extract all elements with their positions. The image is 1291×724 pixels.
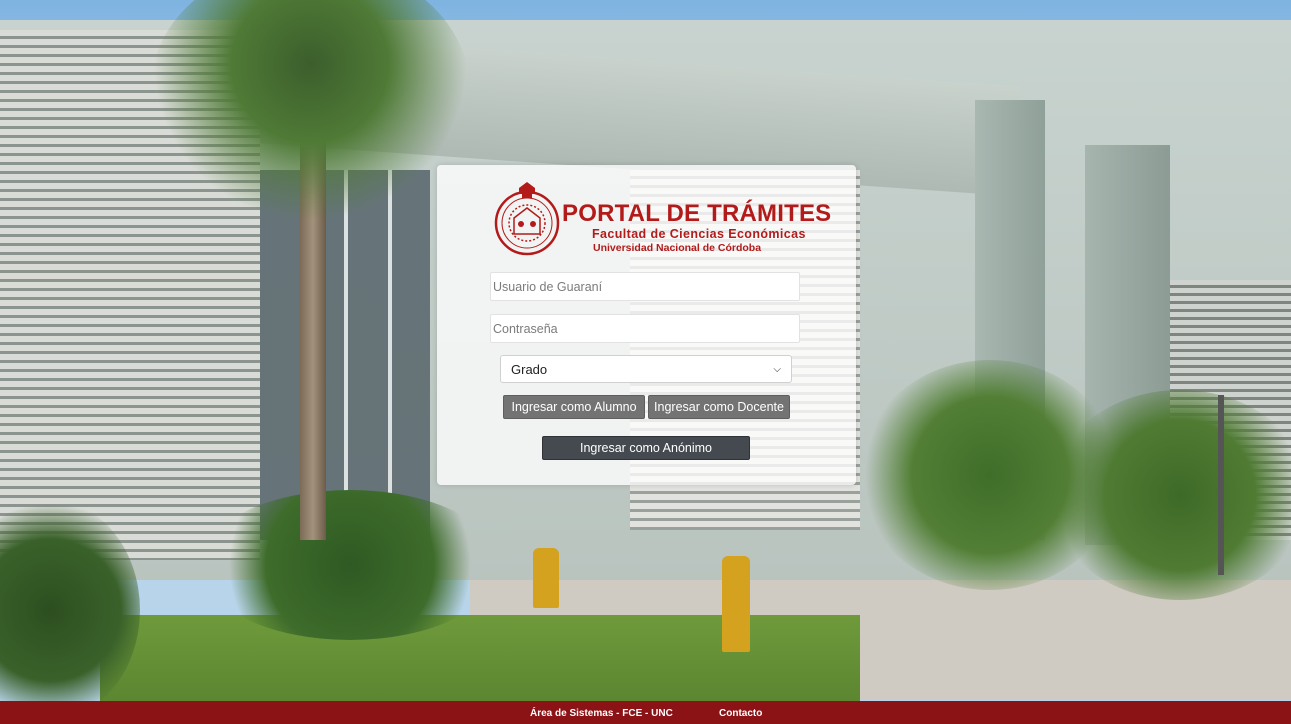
- login-teacher-button[interactable]: Ingresar como Docente: [648, 395, 790, 419]
- username-input[interactable]: [490, 272, 800, 301]
- chevron-down-icon: ⌵: [773, 363, 781, 375]
- footer: Área de Sistemas - FCE - UNC Contacto: [0, 701, 1291, 724]
- login-page: PORTAL DE TRÁMITES Facultad de Ciencias …: [0, 0, 1291, 724]
- portal-title: PORTAL DE TRÁMITES: [562, 200, 832, 227]
- footer-contact-link[interactable]: Contacto: [719, 708, 762, 719]
- background-trash-bin: [533, 548, 559, 608]
- university-name: Universidad Nacional de Córdoba: [593, 242, 762, 254]
- background-bush: [200, 490, 500, 640]
- login-anonymous-button[interactable]: Ingresar como Anónimo: [542, 436, 750, 460]
- background-lamp-post: [1218, 395, 1224, 575]
- portal-logo: PORTAL DE TRÁMITES Facultad de Ciencias …: [492, 180, 831, 270]
- faculty-name: Facultad de Ciencias Económicas: [592, 227, 806, 241]
- level-select-value: Grado: [511, 361, 548, 377]
- login-student-button[interactable]: Ingresar como Alumno: [503, 395, 645, 419]
- background-trash-bin: [722, 556, 750, 652]
- background-glass-facade: [260, 170, 430, 540]
- password-input[interactable]: [490, 314, 800, 343]
- login-card: PORTAL DE TRÁMITES Facultad de Ciencias …: [437, 165, 856, 485]
- level-select[interactable]: Grado ⌵: [500, 355, 792, 383]
- university-seal-icon: [494, 182, 560, 256]
- footer-systems-link[interactable]: Área de Sistemas - FCE - UNC: [530, 708, 673, 719]
